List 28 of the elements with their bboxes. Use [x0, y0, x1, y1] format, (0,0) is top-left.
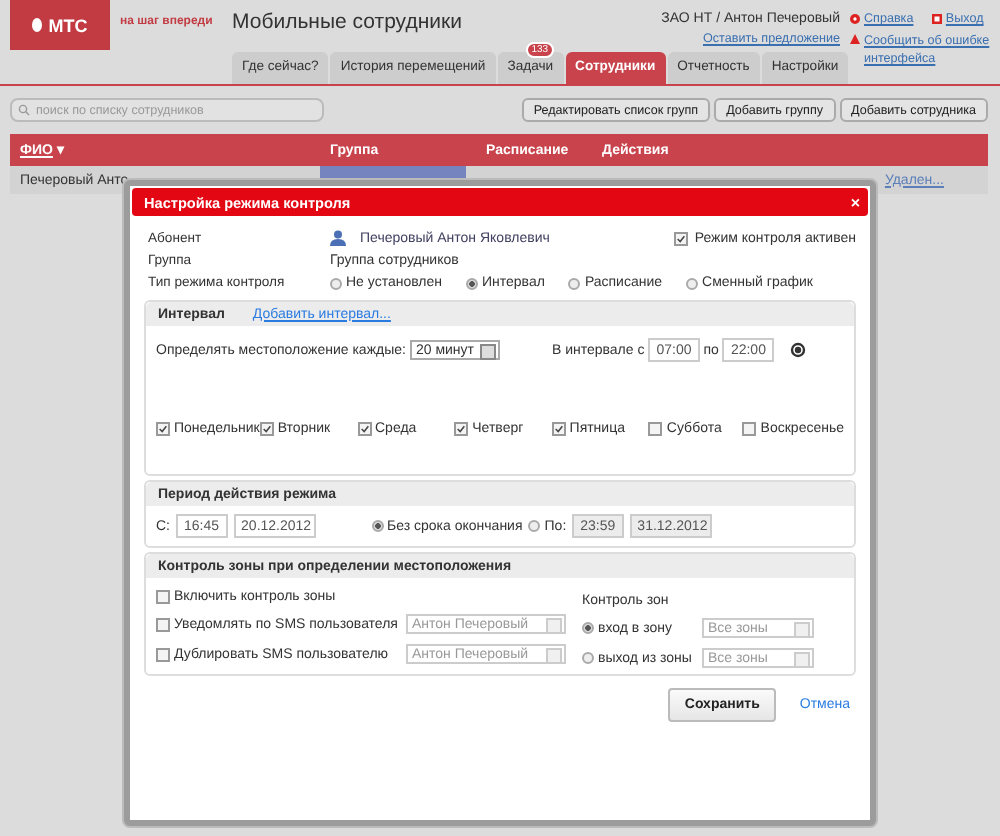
app-title: Мобильные сотрудники — [232, 10, 462, 34]
help-icon — [850, 14, 860, 24]
radio-button[interactable] — [528, 520, 541, 532]
radio-button[interactable] — [582, 622, 594, 634]
checkbox[interactable] — [742, 422, 757, 436]
radio-button[interactable] — [686, 277, 699, 289]
warning-icon — [850, 34, 860, 44]
checkbox[interactable] — [156, 422, 170, 436]
remove-icon[interactable] — [789, 342, 806, 358]
checkbox[interactable] — [674, 231, 689, 245]
checkbox[interactable] — [454, 422, 469, 436]
checkbox[interactable] — [357, 422, 371, 436]
person-icon — [330, 230, 346, 246]
exit-icon — [931, 14, 942, 24]
checkbox[interactable] — [259, 422, 274, 436]
checkbox[interactable] — [156, 590, 170, 604]
radio-button[interactable] — [466, 277, 478, 289]
checkbox[interactable] — [648, 422, 663, 436]
radio-button[interactable] — [371, 520, 384, 532]
checkbox[interactable] — [156, 617, 170, 631]
close-button[interactable]: × — [850, 193, 860, 211]
checkbox[interactable] — [156, 647, 170, 661]
radio-button[interactable] — [582, 652, 594, 664]
search-icon — [18, 104, 30, 116]
radio-button[interactable] — [568, 277, 581, 289]
radio-button[interactable] — [330, 277, 342, 289]
checkbox[interactable] — [551, 422, 566, 436]
logo: МТС — [10, 0, 110, 50]
